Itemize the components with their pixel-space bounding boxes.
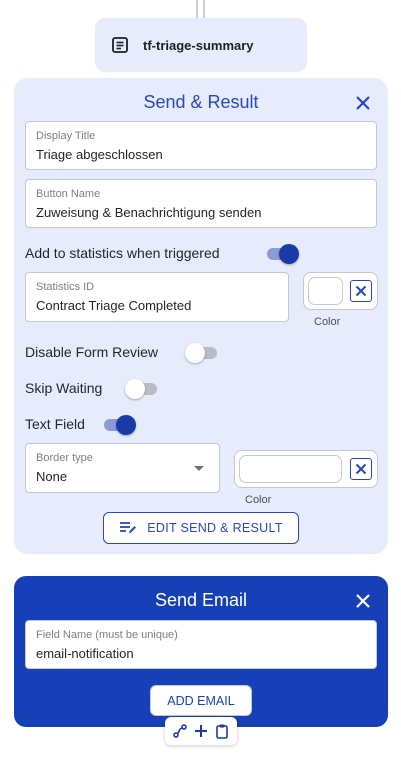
skip-waiting-label: Skip Waiting [25,380,103,396]
field-name-value: email-notification [36,646,134,661]
add-email-button[interactable]: ADD EMAIL [150,685,252,716]
plus-icon[interactable] [193,723,209,739]
clipboard-icon[interactable] [214,723,230,739]
statistics-id-field[interactable]: Statistics ID Contract Triage Completed [25,272,289,322]
edit-send-result-label: EDIT SEND & RESULT [147,521,283,535]
button-name-field[interactable]: Button Name Zuweisung & Benachrichtigung… [25,179,377,228]
button-name-label: Button Name [36,188,101,200]
field-name-label: Field Name (must be unique) [36,629,178,641]
disable-form-review-label: Disable Form Review [25,344,159,360]
toggle-knob [125,379,145,399]
text-field-toggle[interactable] [104,415,136,435]
text-color-caption: Color [245,494,272,506]
send-result-title: Send & Result [143,92,259,112]
close-icon[interactable] [356,594,370,613]
clear-icon[interactable] [350,458,372,480]
toggle-knob [116,415,136,435]
border-type-select[interactable]: Border type None [25,443,220,493]
connector-line [203,0,205,18]
document-icon [111,36,129,54]
edit-list-icon [119,521,137,535]
connect-icon[interactable] [172,723,188,739]
statistics-color-caption: Color [314,316,341,328]
close-icon[interactable] [356,96,370,115]
statistics-id-value: Contract Triage Completed [36,298,192,313]
display-title-label: Display Title [36,130,96,142]
skip-waiting-toggle[interactable] [125,379,157,399]
text-color-swatch[interactable] [239,455,342,483]
text-field-label: Text Field [25,416,85,432]
send-email-title: Send Email [154,590,248,610]
workflow-canvas: tf-triage-summary Send & Result Display … [0,0,401,757]
button-name-value: Zuweisung & Benachrichtigung senden [36,205,262,220]
display-title-value: Triage abgeschlossen [36,147,163,162]
disable-form-review-toggle[interactable] [185,343,217,363]
node-toolbar [165,717,237,745]
node-chip-label: tf-triage-summary [143,37,254,53]
edit-send-result-button[interactable]: EDIT SEND & RESULT [103,512,299,544]
connector-line [196,0,198,18]
statistics-id-label: Statistics ID [36,281,95,293]
add-to-statistics-toggle[interactable] [267,244,299,264]
chevron-down-icon [194,466,204,471]
node-chip[interactable]: tf-triage-summary [95,18,307,72]
statistics-color-swatch[interactable] [308,277,343,305]
field-name-input[interactable]: Field Name (must be unique) email-notifi… [25,620,377,669]
display-title-field[interactable]: Display Title Triage abgeschlossen [25,121,377,170]
add-to-statistics-label: Add to statistics when triggered [25,245,220,261]
border-type-value: None [36,469,68,484]
toggle-knob [185,343,205,363]
toggle-knob [279,244,299,264]
border-type-label: Border type [36,452,93,464]
clear-icon[interactable] [350,280,372,302]
